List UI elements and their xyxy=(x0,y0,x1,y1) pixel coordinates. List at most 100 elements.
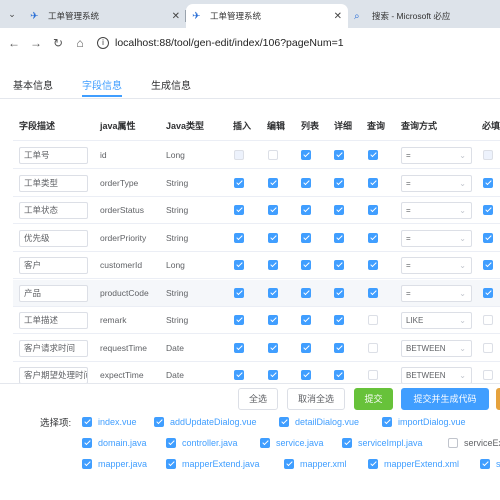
option-checkbox[interactable]: serviceImpl.java xyxy=(342,437,423,449)
required-checkbox[interactable] xyxy=(483,177,493,188)
insert-checkbox[interactable] xyxy=(234,205,244,215)
select-all-button[interactable]: 全选 xyxy=(238,388,278,410)
checkbox-icon[interactable] xyxy=(382,417,392,427)
list-checkbox[interactable] xyxy=(301,177,311,188)
field-desc-input[interactable]: 工单类型 xyxy=(19,174,88,192)
field-desc-input[interactable]: 工单描述 xyxy=(19,312,88,329)
url-field[interactable]: i localhost:88/tool/gen-edit/index/106?p… xyxy=(97,32,497,54)
close-icon[interactable]: ✕ xyxy=(334,11,342,22)
insert-checkbox[interactable] xyxy=(234,260,244,270)
query-checkbox[interactable] xyxy=(368,287,378,298)
insert-checkbox[interactable] xyxy=(234,315,244,325)
list-checkbox[interactable] xyxy=(301,287,311,298)
query-checkbox[interactable] xyxy=(368,315,378,325)
field-desc-input[interactable]: 优先级 xyxy=(19,229,88,247)
reload-icon[interactable]: ↻ xyxy=(47,36,69,50)
checkbox-icon[interactable] xyxy=(82,459,92,469)
required-checkbox[interactable] xyxy=(483,370,493,380)
query-checkbox[interactable] xyxy=(368,205,378,215)
option-checkbox[interactable]: mapperExtend.java xyxy=(166,458,260,470)
checkbox-icon[interactable] xyxy=(166,459,176,469)
checkbox-icon[interactable] xyxy=(342,438,352,448)
detail-checkbox[interactable] xyxy=(334,315,344,325)
field-desc-input[interactable]: 工单状态 xyxy=(19,202,88,219)
browser-tab-1[interactable]: ✈ 工单管理系统 ✕ xyxy=(24,4,186,28)
option-checkbox[interactable]: detailDialog.vue xyxy=(279,416,359,428)
field-desc-input[interactable]: 客户请求时间 xyxy=(19,339,88,357)
info-icon[interactable]: i xyxy=(97,37,109,49)
edit-checkbox[interactable] xyxy=(268,315,278,325)
required-checkbox[interactable] xyxy=(483,232,493,243)
edit-checkbox[interactable] xyxy=(268,370,278,380)
list-checkbox[interactable] xyxy=(301,150,311,160)
forward-icon[interactable]: → xyxy=(25,36,47,50)
detail-checkbox[interactable] xyxy=(334,177,344,188)
query-mode-select[interactable]: = ⌄ xyxy=(401,174,472,192)
back-icon[interactable]: ← xyxy=(3,36,25,50)
query-checkbox[interactable] xyxy=(368,260,378,270)
required-checkbox[interactable] xyxy=(483,260,493,270)
checkbox-icon[interactable] xyxy=(166,438,176,448)
option-checkbox[interactable]: service.java xyxy=(260,437,324,449)
required-checkbox[interactable] xyxy=(483,342,493,353)
insert-checkbox[interactable] xyxy=(234,287,244,298)
list-checkbox[interactable] xyxy=(301,315,311,325)
detail-checkbox[interactable] xyxy=(334,342,344,353)
list-checkbox[interactable] xyxy=(301,232,311,243)
deselect-all-button[interactable]: 取消全选 xyxy=(287,388,345,410)
browser-tab-2[interactable]: ✈ 工单管理系统 ✕ xyxy=(186,4,348,28)
checkbox-icon[interactable] xyxy=(284,459,294,469)
checkbox-icon[interactable] xyxy=(448,438,458,448)
list-checkbox[interactable] xyxy=(301,260,311,270)
query-checkbox[interactable] xyxy=(368,370,378,380)
edit-checkbox[interactable] xyxy=(268,205,278,215)
detail-checkbox[interactable] xyxy=(334,260,344,270)
query-mode-select[interactable]: = ⌄ xyxy=(401,257,472,274)
option-checkbox[interactable]: mapper.xml xyxy=(284,458,347,470)
tab-field-info[interactable]: 字段信息 xyxy=(82,77,122,97)
detail-checkbox[interactable] xyxy=(334,150,344,160)
detail-checkbox[interactable] xyxy=(334,287,344,298)
option-checkbox[interactable]: s xyxy=(480,458,500,470)
option-checkbox[interactable]: controller.java xyxy=(166,437,238,449)
query-checkbox[interactable] xyxy=(368,177,378,188)
option-checkbox[interactable]: serviceEx xyxy=(448,437,500,449)
query-mode-select[interactable]: BETWEEN ⌄ xyxy=(401,367,472,384)
list-checkbox[interactable] xyxy=(301,342,311,353)
checkbox-icon[interactable] xyxy=(480,459,490,469)
query-mode-select[interactable]: = ⌄ xyxy=(401,202,472,219)
option-checkbox[interactable]: domain.java xyxy=(82,437,147,449)
checkbox-icon[interactable] xyxy=(368,459,378,469)
checkbox-icon[interactable] xyxy=(279,417,289,427)
edit-checkbox[interactable] xyxy=(268,150,278,160)
required-checkbox[interactable] xyxy=(483,315,493,325)
submit-button[interactable]: 提交 xyxy=(354,388,393,410)
query-checkbox[interactable] xyxy=(368,150,378,160)
field-desc-input[interactable]: 客户 xyxy=(19,257,88,274)
detail-checkbox[interactable] xyxy=(334,232,344,243)
checkbox-icon[interactable] xyxy=(82,438,92,448)
query-mode-select[interactable]: = ⌄ xyxy=(401,147,472,164)
query-checkbox[interactable] xyxy=(368,232,378,243)
required-checkbox[interactable] xyxy=(483,287,493,298)
browser-tab-3[interactable]: ⌕ 搜索 - Microsoft 必应 xyxy=(348,4,500,28)
list-checkbox[interactable] xyxy=(301,205,311,215)
detail-checkbox[interactable] xyxy=(334,370,344,380)
option-checkbox[interactable]: mapperExtend.xml xyxy=(368,458,459,470)
query-mode-select[interactable]: = ⌄ xyxy=(401,229,472,247)
submit-generate-button[interactable]: 提交并生成代码 xyxy=(401,388,489,410)
field-desc-input[interactable]: 产品 xyxy=(19,284,88,302)
edit-checkbox[interactable] xyxy=(268,232,278,243)
close-icon[interactable]: ✕ xyxy=(172,11,180,22)
insert-checkbox[interactable] xyxy=(234,177,244,188)
tab-generate-info[interactable]: 生成信息 xyxy=(151,77,191,97)
detail-checkbox[interactable] xyxy=(334,205,344,215)
required-checkbox[interactable] xyxy=(483,205,493,215)
insert-checkbox[interactable] xyxy=(234,370,244,380)
home-icon[interactable]: ⌂ xyxy=(69,36,91,50)
insert-checkbox[interactable] xyxy=(234,342,244,353)
insert-checkbox[interactable] xyxy=(234,232,244,243)
checkbox-icon[interactable] xyxy=(260,438,270,448)
field-desc-input[interactable]: 工单号 xyxy=(19,147,88,164)
option-checkbox[interactable]: mapper.java xyxy=(82,458,147,470)
